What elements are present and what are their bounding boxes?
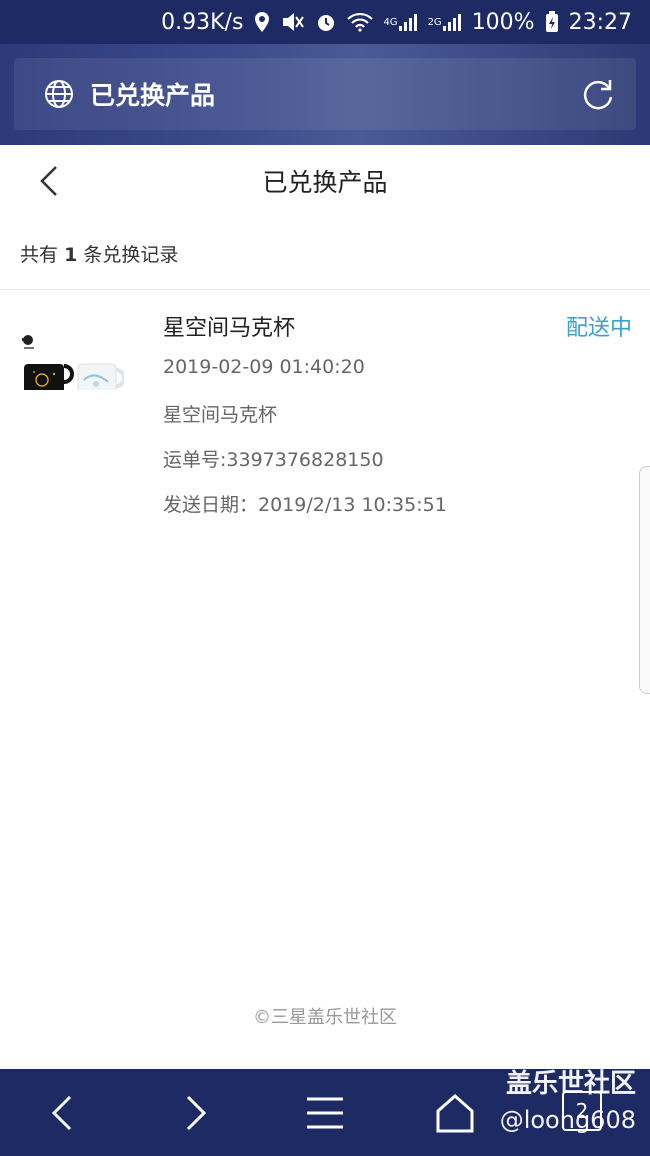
watermark-line-2: @loong608 — [499, 1106, 636, 1134]
count-suffix: 条兑换记录 — [83, 244, 179, 266]
refresh-icon[interactable] — [580, 76, 616, 112]
copyright-text: ©三星盖乐世社区 — [253, 1007, 397, 1028]
page-header: 已兑换产品 — [0, 145, 650, 217]
clock: 23:27 — [568, 9, 632, 35]
page-tab-title: 已兑换产品 — [90, 81, 216, 110]
back-nav-icon[interactable] — [42, 1091, 86, 1135]
wifi-icon — [347, 12, 374, 32]
exchange-datetime: 2019-02-09 01:40:20 — [163, 356, 365, 378]
ship-date: 发送日期：2019/2/13 10:35:51 — [163, 494, 447, 516]
watermark-line-1: 盖乐世社区 — [505, 1069, 636, 1099]
alarm-icon — [315, 11, 337, 33]
status-badge: 配送中 — [565, 316, 632, 341]
exchange-record[interactable]: 星空间马克杯 配送中 2019-02-09 01:40:20 星空间马克杯 运单… — [0, 290, 650, 530]
forward-nav-icon[interactable] — [172, 1091, 216, 1135]
location-icon — [253, 11, 271, 33]
browser-toolbar: 已兑换产品 — [0, 44, 650, 145]
home-icon[interactable] — [433, 1091, 477, 1135]
net-type-2: 2G — [427, 16, 442, 28]
edge-panel-handle[interactable] — [639, 466, 650, 694]
net-type-1: 4G — [383, 16, 398, 28]
battery-icon — [545, 11, 559, 33]
count-value: 1 — [64, 244, 78, 266]
globe-icon — [45, 80, 73, 108]
back-arrow-icon[interactable] — [36, 165, 62, 197]
page-title: 已兑换产品 — [262, 168, 388, 197]
product-description: 星空间马克杯 — [163, 404, 278, 426]
mute-icon — [281, 11, 305, 33]
count-prefix: 共有 — [20, 244, 59, 266]
watermark: 盖乐世社区 @loong608 — [500, 1066, 636, 1138]
record-count: 共有 1 条兑换记录 — [20, 240, 178, 267]
signal-4g-icon: 4G — [383, 12, 417, 32]
battery-level: 100% — [471, 9, 535, 35]
address-bar[interactable]: 已兑换产品 — [14, 58, 636, 130]
product-thumbnail — [22, 335, 124, 390]
network-speed: 0.93K/s — [161, 9, 244, 35]
signal-2g-icon: 2G — [428, 12, 462, 32]
tracking-number: 运单号:3397376828150 — [163, 449, 384, 471]
product-name: 星空间马克杯 — [163, 316, 296, 341]
menu-icon[interactable] — [303, 1091, 347, 1135]
status-bar: 0.93K/s 4G 2G 100% 23:27 — [0, 0, 650, 44]
